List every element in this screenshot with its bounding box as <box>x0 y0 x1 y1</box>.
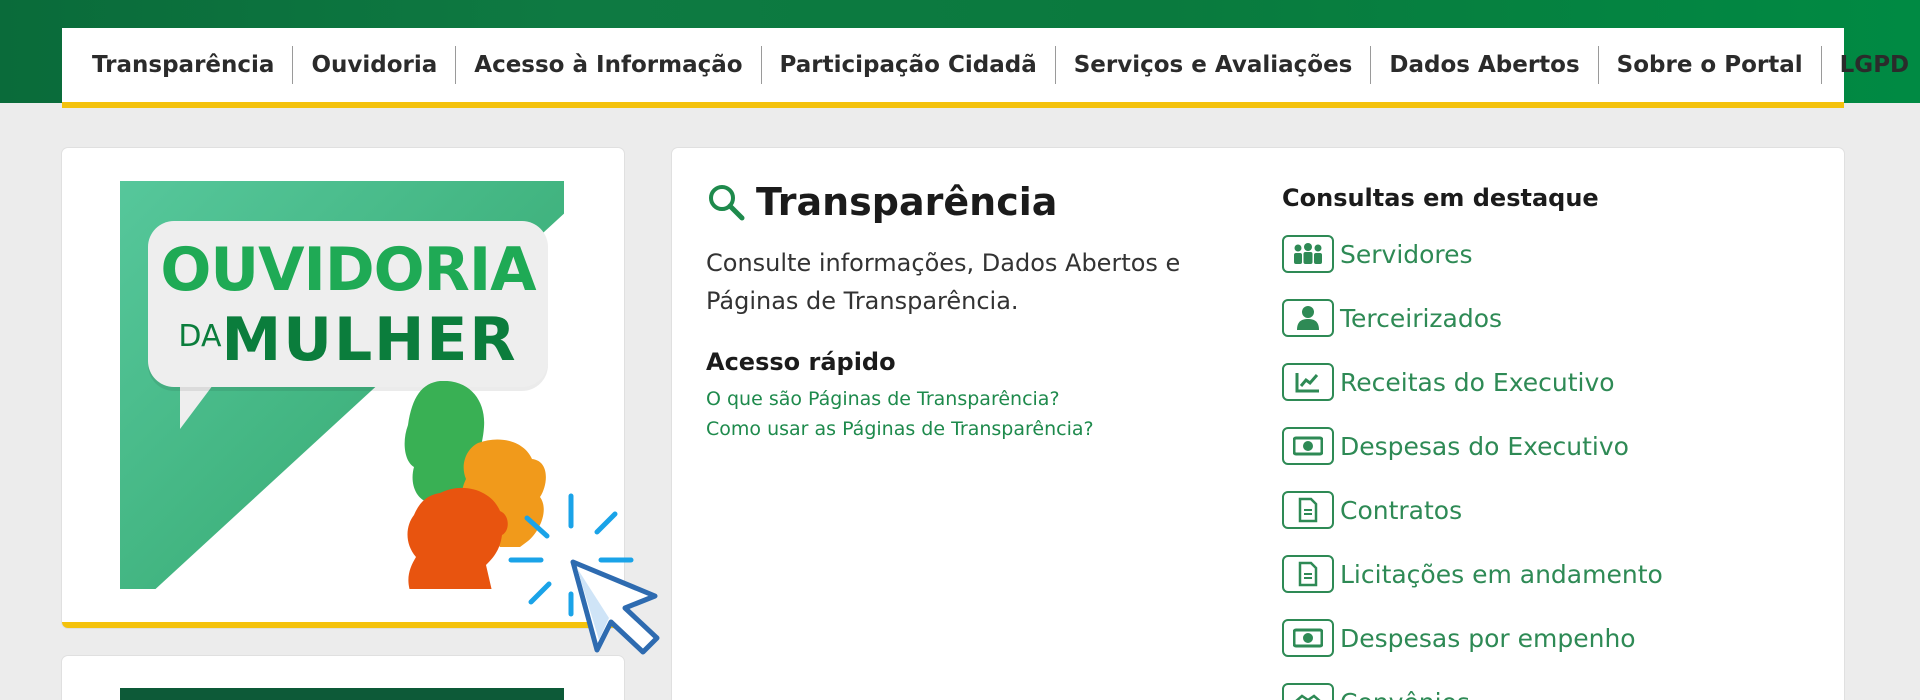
nav-item-servicos-avaliacoes[interactable]: Serviços e Avaliações <box>1056 46 1372 84</box>
promo-card-2[interactable] <box>62 656 624 700</box>
consulta-label: Servidores <box>1340 239 1473 269</box>
consulta-label: Despesas do Executivo <box>1340 431 1629 461</box>
speech-bubble-tail <box>180 381 216 429</box>
banner-title-line2: DAMULHER <box>148 305 548 375</box>
consulta-despesas-empenho[interactable]: Despesas por empenho <box>1282 618 1636 658</box>
consulta-contratos[interactable]: Contratos <box>1282 490 1462 530</box>
speech-bubble: OUVIDORIA DAMULHER <box>148 221 548 387</box>
person-icon <box>1282 299 1334 337</box>
nav-item-ouvidoria[interactable]: Ouvidoria <box>293 46 457 84</box>
consulta-label: Receitas do Executivo <box>1340 367 1615 397</box>
consulta-label: Convênios <box>1340 688 1470 700</box>
nav-item-lgpd[interactable]: LGPD <box>1822 46 1920 84</box>
consulta-despesas-executivo[interactable]: Despesas do Executivo <box>1282 426 1629 466</box>
link-how-to-use-pages[interactable]: Como usar as Páginas de Transparência? <box>706 418 1094 440</box>
consulta-licitacoes-andamento[interactable]: Licitações em andamento <box>1282 554 1663 594</box>
transparencia-description: Consulte informações, Dados Abertos e Pá… <box>706 249 1181 315</box>
promo-card-2-banner <box>120 688 564 700</box>
nav-item-transparencia[interactable]: Transparência <box>92 46 294 84</box>
handshake-icon <box>1282 683 1334 700</box>
nav-item-sobre-portal[interactable]: Sobre o Portal <box>1599 46 1822 84</box>
people-group-icon <box>1282 235 1334 273</box>
nav-item-participacao-cidada[interactable]: Participação Cidadã <box>762 46 1056 84</box>
nav-item-acesso-informacao[interactable]: Acesso à Informação <box>456 46 762 84</box>
consulta-label: Licitações em andamento <box>1340 559 1663 589</box>
consulta-servidores[interactable]: Servidores <box>1282 234 1473 274</box>
cursor-click-icon <box>508 493 660 655</box>
consulta-receitas-executivo[interactable]: Receitas do Executivo <box>1282 362 1615 402</box>
consulta-label: Despesas por empenho <box>1340 623 1636 653</box>
transparencia-heading: Transparência <box>706 180 1057 224</box>
transparencia-title: Transparência <box>756 180 1058 224</box>
transparencia-card: Transparência Consulte informações, Dado… <box>672 148 1844 700</box>
banner-title-da: DA <box>178 319 222 354</box>
ouvidoria-mulher-banner[interactable]: OUVIDORIA DAMULHER <box>120 181 564 589</box>
quick-access-title: Acesso rápido <box>706 348 896 376</box>
chart-line-icon <box>1282 363 1334 401</box>
consulta-label: Terceirizados <box>1340 303 1503 333</box>
consulta-label: Contratos <box>1340 495 1463 525</box>
search-icon <box>709 185 745 221</box>
banner-title-line1: OUVIDORIA <box>160 235 536 305</box>
consultas-title: Consultas em destaque <box>1282 184 1599 212</box>
money-bill-icon <box>1282 427 1334 465</box>
consulta-convenios[interactable]: Convênios <box>1282 682 1470 700</box>
money-bill-icon <box>1282 619 1334 657</box>
nav-item-dados-abertos[interactable]: Dados Abertos <box>1371 46 1599 84</box>
document-icon <box>1282 555 1334 593</box>
main-nav: Transparência Ouvidoria Acesso à Informa… <box>62 28 1909 108</box>
banner-title-mulher: MULHER <box>221 305 518 375</box>
link-what-are-pages[interactable]: O que são Páginas de Transparência? <box>706 388 1060 410</box>
document-icon <box>1282 491 1334 529</box>
consulta-terceirizados[interactable]: Terceirizados <box>1282 298 1502 338</box>
